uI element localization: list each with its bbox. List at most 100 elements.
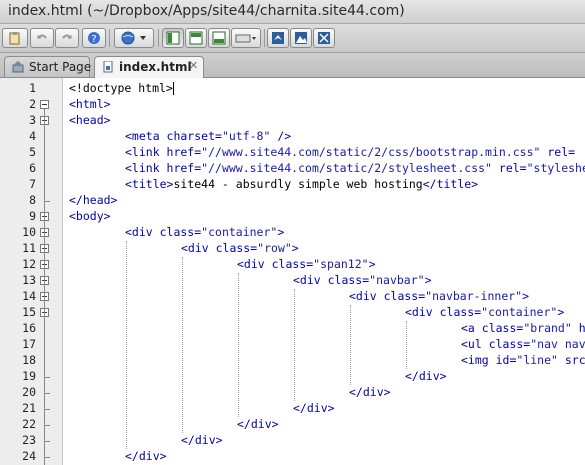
code-string: "container" [481,305,558,319]
fold-end-marker [44,441,50,442]
code-line[interactable]: <div class="span12"> [237,256,376,272]
code-tag: <html> [69,97,111,111]
undo-button[interactable] [30,28,54,48]
line-number-gutter: 1 2 3 4 5 6 7 8 9 10 11 12 13 14 15 16 17 18 19 20 21 22 23 24 [0,78,63,465]
tab-start-page[interactable]: Start Page [4,56,92,77]
code-line[interactable]: </head> [69,192,117,208]
code-line[interactable]: <!doctype html> [69,80,174,96]
bird-button[interactable] [267,28,289,48]
code-line[interactable]: <ul class="nav nav [461,336,585,352]
code-line[interactable]: <img id="line" src [461,352,585,368]
code-line[interactable]: <div class="navbar"> [293,272,432,288]
code-line[interactable]: <link href="//www.site44.com/static/2/cs… [125,144,575,160]
code-string: "//www.site44.com/static/2/stylesheet.cs… [201,161,492,175]
fold-end-marker [44,457,50,458]
line-number: 23 [22,433,36,447]
code-line[interactable]: <body> [69,208,111,224]
indent-guide [294,289,295,401]
paste-button[interactable] [2,28,28,48]
code-tag: > [522,289,530,303]
indent-guide [406,321,407,369]
fold-guide-line [44,109,45,465]
code-line[interactable]: <div class="container"> [125,224,284,240]
window-titlebar: index.html (~/Dropbox/Apps/site44/charni… [0,0,585,24]
line-number: 1 [29,81,36,95]
code-tag: <body> [69,209,111,223]
line-number: 4 [29,129,36,143]
split-top-button[interactable] [185,28,207,48]
tab-label: Start Page [29,60,92,74]
code-line[interactable]: <div class="container"> [405,304,564,320]
code-line[interactable]: </div> [293,400,335,416]
expand-button[interactable] [313,28,335,48]
code-string: "//www.site44.com/static/2/css/bootstrap… [201,145,541,159]
code-line[interactable]: <html> [69,96,111,112]
split-bottom-button[interactable] [208,28,230,48]
code-line[interactable]: </div> [237,416,279,432]
browser-preview-button[interactable] [114,28,154,48]
line-number: 10 [22,225,36,239]
code-string: "container" [201,225,278,239]
code-line[interactable]: </div> [181,432,223,448]
code-line[interactable]: <a class="brand" h [461,320,585,336]
indent-guide [238,273,239,417]
fold-toggle-icon[interactable] [40,100,49,109]
split-left-button[interactable] [162,28,184,48]
code-tag: <div class= [125,225,202,239]
code-tag: > [424,273,432,287]
code-string: "brand" [523,321,572,335]
code-line[interactable]: <div class="navbar-inner"> [349,288,529,304]
line-number: 3 [29,113,36,127]
line-number: 6 [29,161,36,175]
line-number: 7 [29,177,36,191]
code-line[interactable]: </div> [125,448,167,464]
code-tag: </div> [405,369,447,383]
code-tag: > [368,257,376,271]
code-tag: /> [270,129,292,143]
fold-end-marker [44,393,50,394]
code-tag: <meta charset= [125,129,222,143]
code-line[interactable]: </div> [349,384,391,400]
code-tag: > [291,241,299,255]
line-number: 18 [22,353,36,367]
tab-bar: Start Page index.html ✕ [0,53,585,78]
tab-index-html[interactable]: index.html ✕ [94,56,204,78]
toolbar-separator [264,29,265,47]
code-line[interactable]: <meta charset="utf-8" /> [125,128,291,144]
indent-guide [182,257,183,433]
line-number: 14 [22,289,36,303]
text-cursor [172,82,174,95]
code-tag: <title> [125,177,174,191]
indent-guide [350,305,351,385]
code-tag: </div> [293,401,335,415]
code-string: "line" [516,353,558,367]
fold-end-marker [44,377,50,378]
code-tag: </title> [422,177,479,191]
keyboard-button[interactable] [231,28,261,48]
code-string: "nav nav [530,337,585,351]
mountain-button[interactable] [290,28,312,48]
code-tag: <link href= [125,145,202,159]
svg-text:?: ? [91,34,96,45]
home-icon [12,61,24,76]
toolbar: ? [0,24,585,53]
code-tag: > [277,225,285,239]
code-line[interactable]: <link href="//www.site44.com/static/2/st… [125,160,585,176]
code-line[interactable]: <div class="row"> [181,240,299,256]
line-number: 11 [22,241,36,255]
code-string: "utf-8" [221,129,271,143]
code-editor[interactable]: 1 2 3 4 5 6 7 8 9 10 11 12 13 14 15 16 17 18 19 20 21 22 23 24 … [0,78,585,465]
tab-label: index.html [119,60,192,74]
redo-button[interactable] [55,28,79,48]
code-tag: > [557,305,565,319]
file-icon [102,60,114,76]
code-tag: src [557,353,585,367]
line-number: 15 [22,305,36,319]
close-tab-icon[interactable]: ✕ [189,59,198,72]
help-button[interactable]: ? [82,28,106,48]
code-line[interactable]: <title>site44 - absurdly simple web host… [125,176,478,192]
code-line[interactable]: </div> [405,368,447,384]
code-tag: <div class= [237,257,314,271]
line-number: 21 [22,401,36,415]
code-line[interactable]: <head> [69,112,111,128]
